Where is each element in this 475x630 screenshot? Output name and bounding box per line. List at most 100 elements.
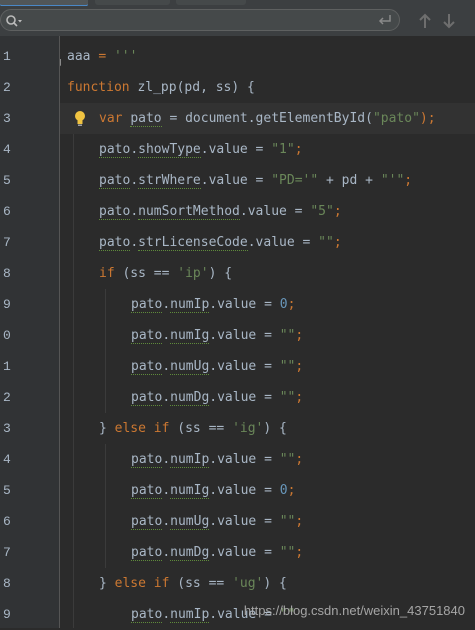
code-token: ''': [113, 49, 138, 64]
code-token: "pato": [372, 111, 420, 126]
code-token: + pd +: [318, 173, 381, 188]
line-number: 6: [3, 514, 11, 529]
watermark: https://blog.csdn.net/weixin_43751840: [243, 603, 465, 618]
line-number: 8: [3, 576, 11, 591]
code-token: .value =: [200, 173, 272, 188]
code-token: ;: [287, 297, 296, 312]
code-token: ;: [295, 545, 304, 560]
code-line[interactable]: function zl_pp(pd, ss) {: [60, 72, 475, 103]
fold-marker-icon[interactable]: [60, 51, 61, 67]
code-line[interactable]: } else if (ss == 'ig') {: [60, 413, 475, 444]
code-token: .value =: [200, 142, 272, 157]
code-line[interactable]: pato.numIp.value = "";: [60, 444, 475, 475]
code-token: pato: [99, 235, 131, 251]
code-token: ;: [333, 204, 342, 219]
code-line[interactable]: aaa = ''': [60, 41, 475, 72]
code-token: .value =: [247, 235, 319, 250]
code-token: ) {: [263, 421, 287, 436]
code-token: numIp: [170, 607, 210, 623]
line-number: 2: [3, 80, 11, 95]
code-token: .: [162, 390, 171, 405]
search-input[interactable]: [25, 12, 369, 30]
code-token: "": [318, 235, 334, 250]
code-line[interactable]: pato.numUg.value = "";: [60, 351, 475, 382]
code-token: numSortMethod: [138, 204, 240, 220]
code-token: pato: [131, 545, 163, 561]
code-token: .: [162, 359, 171, 374]
code-line[interactable]: pato.numDg.value = "";: [60, 382, 475, 413]
code-line[interactable]: pato.numUg.value = "";: [60, 506, 475, 537]
code-editor[interactable]: aaa = ''' function zl_pp(pd, ss) {var pat…: [60, 36, 475, 628]
code-line[interactable]: pato.showType.value = "1";: [60, 134, 475, 165]
line-number: 5: [3, 483, 11, 498]
line-number: 8: [3, 266, 11, 281]
code-token: 0: [279, 297, 288, 312]
code-token: .: [130, 173, 139, 188]
code-token: else if: [114, 576, 178, 591]
line-number: 9: [3, 297, 11, 312]
enter-icon[interactable]: [377, 12, 393, 32]
code-token: ) {: [208, 266, 233, 281]
code-line[interactable]: } else if (ss == 'ug') {: [60, 568, 475, 599]
lightbulb-icon[interactable]: [74, 109, 86, 127]
code-line[interactable]: pato.numDg.value = "";: [60, 537, 475, 568]
code-token: .value =: [209, 483, 280, 498]
code-token: numIg: [170, 483, 210, 499]
arrow-down-icon[interactable]: [442, 12, 456, 30]
code-line[interactable]: pato.numSortMethod.value = "5";: [60, 196, 475, 227]
find-toolbar: [0, 6, 475, 37]
code-token: "": [279, 545, 296, 560]
code-token: ;: [287, 483, 296, 498]
code-token: pato: [131, 452, 163, 468]
code-token: = document.getElementById(: [161, 111, 373, 126]
code-token: .value =: [209, 297, 280, 312]
code-token: pato: [99, 173, 131, 189]
line-number: 3: [3, 111, 11, 126]
code-token: pato: [131, 297, 163, 313]
code-line[interactable]: pato.numIg.value = 0;: [60, 475, 475, 506]
editor-tab[interactable]: [95, 0, 170, 5]
code-token: .value =: [209, 328, 280, 343]
code-token: ;: [333, 235, 342, 250]
code-line[interactable]: if (ss == 'ip') {: [60, 258, 475, 289]
line-number-gutter[interactable]: 1 2 3 4 5 6 7 8 9 0 1 2 3 4 5 6 7 8 9: [0, 36, 60, 628]
code-token: pato: [131, 328, 163, 344]
code-token: 0: [279, 483, 288, 498]
arrow-up-icon[interactable]: [418, 12, 432, 30]
code-token: strLicenseCode: [138, 235, 248, 251]
line-number: 7: [3, 545, 11, 560]
code-line[interactable]: pato.numIp.value = 0;: [60, 289, 475, 320]
code-token: 'ig': [232, 421, 264, 436]
code-token: .: [162, 483, 171, 498]
code-token: .: [162, 514, 171, 529]
code-token: .value =: [239, 204, 311, 219]
code-token: showType: [138, 142, 201, 158]
code-token: numIp: [170, 297, 210, 313]
code-token: "": [279, 452, 296, 467]
code-token: pato: [131, 483, 163, 499]
code-token: .: [162, 452, 171, 467]
code-token: .: [162, 607, 171, 622]
code-line[interactable]: pato.numIg.value = "";: [60, 320, 475, 351]
line-number: 3: [3, 421, 11, 436]
code-token: ;: [295, 452, 304, 467]
code-token: strWhere: [138, 173, 201, 189]
code-line-current[interactable]: var pato = document.getElementById("pato…: [60, 103, 475, 134]
code-token: "5": [310, 204, 334, 219]
code-token: (ss ==: [177, 576, 233, 591]
code-line[interactable]: pato.strLicenseCode.value = "";: [60, 227, 475, 258]
code-token: ;: [404, 173, 413, 188]
code-token: .value =: [209, 514, 280, 529]
code-token: =: [98, 49, 114, 64]
code-line[interactable]: pato.strWhere.value = "PD='" + pd + "'";: [60, 165, 475, 196]
code-token: else if: [114, 421, 178, 436]
code-token: pato: [131, 514, 163, 530]
search-field[interactable]: [0, 9, 400, 31]
code-token: (ss ==: [177, 421, 233, 436]
editor-tab[interactable]: [176, 0, 246, 5]
code-token: }: [99, 576, 115, 591]
magnifier-icon[interactable]: [5, 13, 23, 32]
code-token: function: [67, 80, 138, 95]
code-token: ;: [294, 142, 303, 157]
code-token: "": [279, 514, 296, 529]
